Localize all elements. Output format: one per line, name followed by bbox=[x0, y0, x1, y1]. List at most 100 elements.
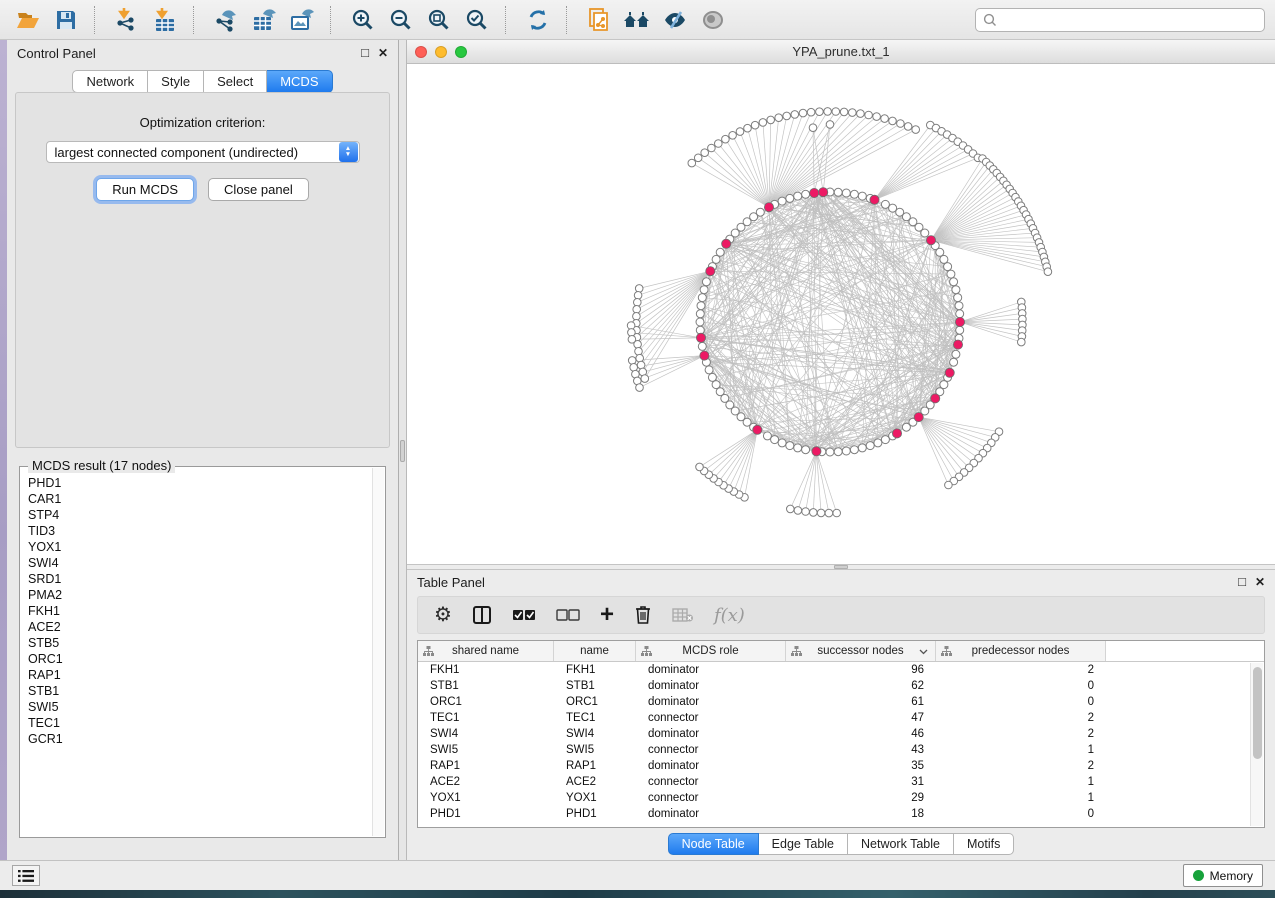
close-window-icon[interactable] bbox=[415, 46, 427, 58]
table-row[interactable]: RAP1RAP1dominator352 bbox=[418, 758, 1264, 774]
column-header-name[interactable]: name bbox=[554, 641, 636, 661]
optimization-criterion-select[interactable]: largest connected component (undirected)… bbox=[46, 141, 360, 163]
result-list-scrollbar[interactable] bbox=[372, 468, 384, 836]
import-table-icon[interactable] bbox=[147, 4, 183, 36]
close-panel-icon[interactable]: ✕ bbox=[1255, 576, 1265, 588]
cell-MCDS-role: dominator bbox=[636, 728, 786, 740]
home-icon[interactable] bbox=[619, 4, 655, 36]
open-session-icon[interactable] bbox=[10, 4, 46, 36]
network-document-icon[interactable] bbox=[581, 4, 617, 36]
delete-column-icon[interactable] bbox=[634, 602, 652, 628]
mcds-result-item[interactable]: ACE2 bbox=[28, 619, 369, 635]
tab-network-table[interactable]: Network Table bbox=[848, 833, 954, 855]
zoom-out-icon[interactable] bbox=[383, 4, 419, 36]
table-row[interactable]: ORC1ORC1dominator610 bbox=[418, 694, 1264, 710]
gear-icon[interactable]: ⚙ bbox=[434, 602, 452, 628]
table-row[interactable]: YOX1YOX1connector291 bbox=[418, 790, 1264, 806]
mcds-result-item[interactable]: PHD1 bbox=[28, 475, 369, 491]
close-panel-button[interactable]: Close panel bbox=[208, 178, 309, 201]
hierarchy-icon bbox=[941, 646, 952, 657]
cell-name: STB1 bbox=[554, 680, 636, 692]
splitter-handle[interactable] bbox=[834, 565, 848, 569]
import-network-icon[interactable] bbox=[109, 4, 145, 36]
cell-predecessor-nodes: 0 bbox=[936, 696, 1106, 708]
network-canvas[interactable] bbox=[407, 64, 1275, 564]
mcds-result-item[interactable]: STP4 bbox=[28, 507, 369, 523]
table-row[interactable]: SWI5SWI5connector431 bbox=[418, 742, 1264, 758]
column-header-MCDS-role[interactable]: MCDS role bbox=[636, 641, 786, 661]
maximize-window-icon[interactable] bbox=[455, 46, 467, 58]
zoom-in-icon[interactable] bbox=[345, 4, 381, 36]
control-panel: Control Panel □ ✕ NetworkStyleSelectMCDS… bbox=[7, 40, 399, 860]
cell-predecessor-nodes: 1 bbox=[936, 744, 1106, 756]
mcds-result-item[interactable]: SRD1 bbox=[28, 571, 369, 587]
status-bar: Memory bbox=[0, 860, 1275, 890]
export-table-icon[interactable] bbox=[246, 4, 282, 36]
select-all-checkboxes-icon[interactable] bbox=[512, 602, 536, 628]
table-row[interactable]: FKH1FKH1dominator962 bbox=[418, 662, 1264, 678]
cell-name: SWI5 bbox=[554, 744, 636, 756]
refresh-icon[interactable] bbox=[520, 4, 556, 36]
close-panel-icon[interactable]: ✕ bbox=[378, 47, 388, 59]
splitter-handle[interactable] bbox=[400, 440, 405, 462]
scrollbar-thumb[interactable] bbox=[1253, 667, 1262, 759]
tab-edge-table[interactable]: Edge Table bbox=[759, 833, 848, 855]
mcds-result-item[interactable]: SWI5 bbox=[28, 699, 369, 715]
table-row[interactable]: PHD1PHD1dominator180 bbox=[418, 806, 1264, 822]
cell-MCDS-role: dominator bbox=[636, 808, 786, 820]
export-image-icon[interactable] bbox=[284, 4, 320, 36]
cell-predecessor-nodes: 1 bbox=[936, 792, 1106, 804]
mcds-result-item[interactable]: STB1 bbox=[28, 683, 369, 699]
export-network-icon[interactable] bbox=[208, 4, 244, 36]
search-input[interactable] bbox=[1002, 13, 1257, 27]
task-history-button[interactable] bbox=[12, 865, 40, 886]
show-details-icon[interactable] bbox=[695, 4, 731, 36]
minimize-window-icon[interactable] bbox=[435, 46, 447, 58]
tab-network[interactable]: Network bbox=[72, 70, 148, 93]
float-panel-icon[interactable]: □ bbox=[361, 47, 369, 59]
mcds-result-item[interactable]: PMA2 bbox=[28, 587, 369, 603]
tab-select[interactable]: Select bbox=[204, 70, 267, 93]
tab-mcds[interactable]: MCDS bbox=[267, 70, 332, 93]
table-row[interactable]: TEC1TEC1connector472 bbox=[418, 710, 1264, 726]
zoom-selected-icon[interactable] bbox=[459, 4, 495, 36]
cell-shared-name: SWI5 bbox=[418, 744, 554, 756]
mcds-result-item[interactable]: TID3 bbox=[28, 523, 369, 539]
save-session-icon[interactable] bbox=[48, 4, 84, 36]
table-row[interactable]: STB1STB1dominator620 bbox=[418, 678, 1264, 694]
float-panel-icon[interactable]: □ bbox=[1238, 576, 1246, 588]
table-row[interactable]: SWI4SWI4dominator462 bbox=[418, 726, 1264, 742]
mcds-result-item[interactable]: ORC1 bbox=[28, 651, 369, 667]
cell-shared-name: TEC1 bbox=[418, 712, 554, 724]
cell-shared-name: SWI4 bbox=[418, 728, 554, 740]
run-mcds-button[interactable]: Run MCDS bbox=[96, 178, 194, 201]
vertical-splitter[interactable] bbox=[399, 40, 407, 860]
column-layout-icon[interactable] bbox=[472, 602, 492, 628]
deselect-checkboxes-icon[interactable] bbox=[556, 602, 580, 628]
column-header-predecessor-nodes[interactable]: predecessor nodes bbox=[936, 641, 1106, 661]
cell-MCDS-role: connector bbox=[636, 776, 786, 788]
add-column-icon[interactable]: + bbox=[600, 602, 614, 628]
tab-style[interactable]: Style bbox=[148, 70, 204, 93]
column-header-successor-nodes[interactable]: successor nodes bbox=[786, 641, 936, 661]
mcds-result-item[interactable]: YOX1 bbox=[28, 539, 369, 555]
tab-motifs[interactable]: Motifs bbox=[954, 833, 1014, 855]
cell-predecessor-nodes: 2 bbox=[936, 712, 1106, 724]
sort-chevron-icon[interactable] bbox=[919, 649, 928, 655]
tab-node-table[interactable]: Node Table bbox=[668, 833, 759, 855]
table-row[interactable]: ACE2ACE2connector311 bbox=[418, 774, 1264, 790]
memory-button[interactable]: Memory bbox=[1183, 864, 1263, 887]
mcds-result-item[interactable]: GCR1 bbox=[28, 731, 369, 747]
column-header-shared-name[interactable]: shared name bbox=[418, 641, 554, 661]
network-graph[interactable] bbox=[407, 64, 1267, 564]
mcds-result-item[interactable]: STB5 bbox=[28, 635, 369, 651]
mcds-result-item[interactable]: FKH1 bbox=[28, 603, 369, 619]
mcds-result-item[interactable]: SWI4 bbox=[28, 555, 369, 571]
mcds-result-item[interactable]: TEC1 bbox=[28, 715, 369, 731]
mcds-result-item[interactable]: CAR1 bbox=[28, 491, 369, 507]
zoom-fit-icon[interactable] bbox=[421, 4, 457, 36]
table-scrollbar[interactable] bbox=[1250, 663, 1263, 826]
hide-details-icon[interactable] bbox=[657, 4, 693, 36]
mcds-result-item[interactable]: RAP1 bbox=[28, 667, 369, 683]
table-panel: Table Panel □ ✕ ⚙ bbox=[407, 570, 1275, 860]
